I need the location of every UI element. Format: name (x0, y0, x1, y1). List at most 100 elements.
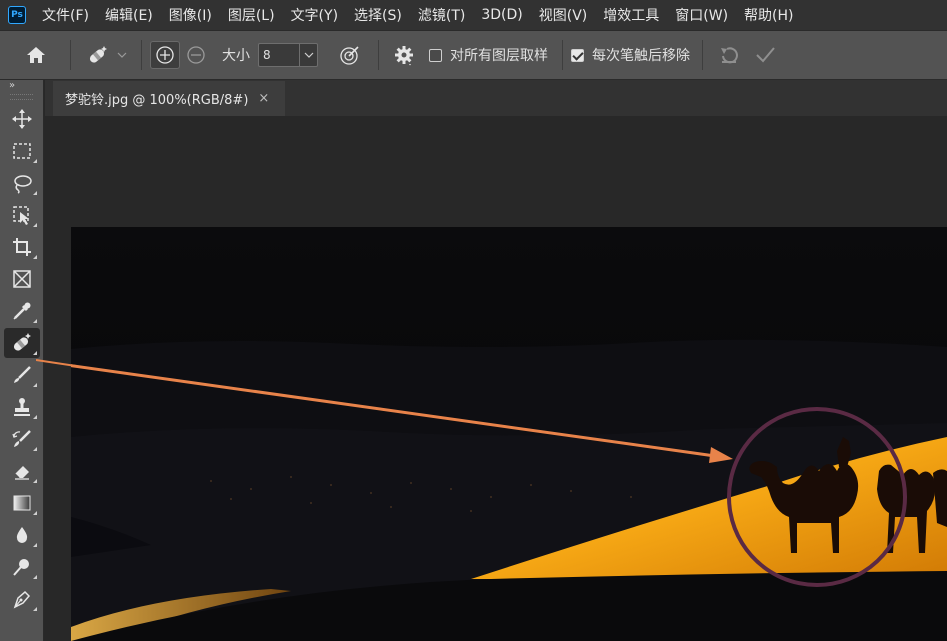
subtract-mode-button[interactable] (180, 39, 212, 71)
gear-icon (395, 46, 413, 66)
menu-3d[interactable]: 3D(D) (481, 7, 522, 23)
blur-tool[interactable] (4, 520, 40, 550)
remove-tool[interactable] (4, 328, 40, 358)
checkmark-icon (756, 47, 775, 63)
tool-group-indicator (33, 447, 37, 451)
menu-plugins[interactable]: 增效工具 (603, 5, 659, 25)
tool-group-indicator (33, 607, 37, 611)
brush-add-icon (156, 46, 174, 64)
annotation-arrow-tail (36, 359, 76, 367)
frame-icon (13, 270, 31, 288)
commit-button[interactable] (747, 39, 783, 71)
marquee-icon (13, 143, 31, 159)
document-tab-strip: 梦驼铃.jpg @ 100%(RGB/8#) × (45, 80, 947, 116)
options-bar: 大小 8 对所有图层取样 每次笔触后移除 (0, 30, 947, 80)
home-icon (27, 47, 45, 63)
menu-file[interactable]: 文件(F) (42, 5, 89, 25)
sample-all-layers-option[interactable]: 对所有图层取样 (429, 45, 548, 65)
object-selection-icon (13, 206, 29, 225)
crop-icon (13, 238, 31, 256)
tool-group-indicator (33, 223, 37, 227)
object-selection-tool[interactable] (4, 200, 40, 230)
separator (702, 40, 703, 70)
clone-stamp-tool[interactable] (4, 392, 40, 422)
menu-filter[interactable]: 滤镜(T) (418, 5, 465, 25)
tool-group-indicator (33, 383, 37, 387)
add-mode-button[interactable] (150, 41, 180, 69)
brush-icon (14, 366, 31, 383)
move-tool[interactable] (4, 104, 40, 134)
remove-after-stroke-checkbox[interactable] (571, 48, 584, 62)
separator (562, 40, 563, 70)
eraser-icon (14, 466, 29, 480)
eyedropper-icon (13, 302, 31, 320)
blur-icon (16, 527, 28, 543)
menu-type[interactable]: 文字(Y) (291, 5, 338, 25)
gradient-tool[interactable] (4, 488, 40, 518)
pressure-size-button[interactable] (330, 39, 370, 71)
tool-group-indicator (33, 351, 37, 355)
menu-view[interactable]: 视图(V) (539, 5, 588, 25)
remove-tool-icon (89, 46, 107, 63)
eyedropper-tool[interactable] (4, 296, 40, 326)
lasso-icon (14, 175, 32, 194)
sample-all-layers-label: 对所有图层取样 (450, 48, 548, 64)
pressure-pen-icon (340, 46, 359, 65)
lasso-tool[interactable] (4, 168, 40, 198)
tool-preset-picker[interactable] (79, 39, 133, 71)
chevron-down-icon (117, 52, 127, 58)
tool-group-indicator (33, 479, 37, 483)
tool-group-indicator (33, 191, 37, 195)
history-brush-icon (12, 430, 31, 447)
pen-icon (13, 590, 31, 609)
size-dropdown[interactable] (299, 44, 317, 66)
history-brush-tool[interactable] (4, 424, 40, 454)
separator (141, 40, 142, 70)
dodge-tool[interactable] (4, 552, 40, 582)
tool-group-indicator (33, 319, 37, 323)
menu-bar: Ps 文件(F) 编辑(E) 图像(I) 图层(L) 文字(Y) 选择(S) 滤… (0, 0, 947, 30)
crop-tool[interactable] (4, 232, 40, 262)
desert-camel-photo (71, 227, 947, 641)
remove-after-stroke-option[interactable]: 每次笔触后移除 (571, 45, 690, 65)
remove-after-stroke-label: 每次笔触后移除 (592, 48, 690, 64)
gradient-icon (13, 495, 31, 511)
marquee-tool[interactable] (4, 136, 40, 166)
size-input[interactable]: 8 (258, 43, 318, 67)
eraser-tool[interactable] (4, 456, 40, 486)
photoshop-logo[interactable]: Ps (8, 6, 26, 24)
sample-all-layers-checkbox[interactable] (429, 48, 442, 62)
document-tab-title: 梦驼铃.jpg @ 100%(RGB/8#) (65, 93, 249, 108)
separator (70, 40, 71, 70)
settings-button[interactable] (387, 39, 421, 71)
move-icon (12, 109, 32, 129)
remove-tool-icon (13, 333, 31, 351)
pen-tool[interactable] (4, 584, 40, 614)
tool-group-indicator (33, 511, 37, 515)
menu-edit[interactable]: 编辑(E) (105, 5, 153, 25)
collapse-panel-button[interactable]: » (0, 80, 43, 94)
close-tab-button[interactable]: × (258, 91, 269, 106)
brush-tool[interactable] (4, 360, 40, 390)
chevron-down-icon (304, 52, 313, 58)
panel-grip[interactable] (10, 94, 33, 100)
document-canvas[interactable] (71, 227, 947, 641)
frame-tool[interactable] (4, 264, 40, 294)
tool-group-indicator (33, 543, 37, 547)
document-tab[interactable]: 梦驼铃.jpg @ 100%(RGB/8#) × (53, 81, 285, 116)
separator (378, 40, 379, 70)
menu-help[interactable]: 帮助(H) (744, 5, 793, 25)
tool-group-indicator (33, 575, 37, 579)
tool-group-indicator (33, 159, 37, 163)
size-value: 8 (263, 48, 271, 62)
brush-subtract-icon (187, 46, 205, 64)
tool-group-indicator (33, 415, 37, 419)
tool-group-indicator (33, 255, 37, 259)
menu-select[interactable]: 选择(S) (354, 5, 402, 25)
menu-image[interactable]: 图像(I) (169, 5, 212, 25)
size-label: 大小 (222, 48, 250, 64)
home-button[interactable] (10, 39, 62, 71)
menu-window[interactable]: 窗口(W) (675, 5, 728, 25)
cancel-button[interactable] (711, 39, 747, 71)
menu-layer[interactable]: 图层(L) (228, 5, 275, 25)
